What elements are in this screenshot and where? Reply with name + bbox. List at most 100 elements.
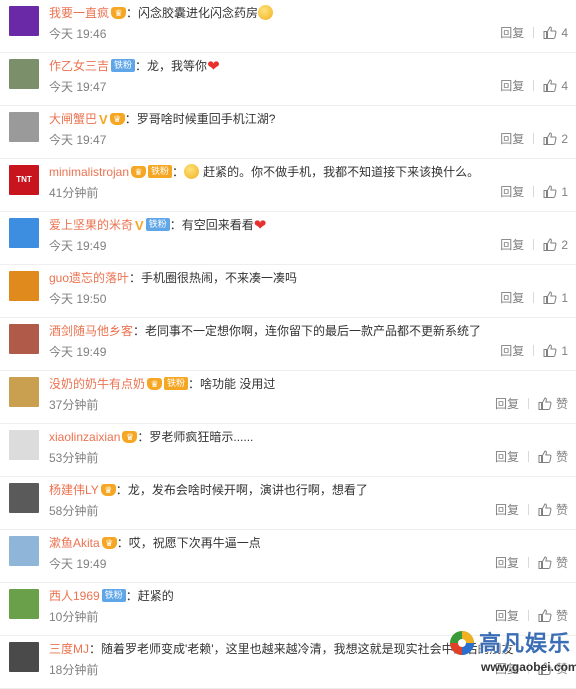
reply-button[interactable]: 回复 bbox=[500, 344, 524, 358]
avatar[interactable] bbox=[9, 430, 39, 460]
avatar[interactable] bbox=[9, 6, 39, 36]
reply-button[interactable]: 回复 bbox=[495, 609, 519, 623]
avatar[interactable] bbox=[9, 324, 39, 354]
avatar[interactable] bbox=[9, 271, 39, 301]
comment-text: 罗老师疯狂暗示...... bbox=[149, 430, 254, 444]
username-link[interactable]: 酒剑随马他乡客 bbox=[49, 324, 133, 338]
username-link[interactable]: 爱上坚果的米奇 bbox=[49, 218, 133, 232]
timestamp: 今天 19:49 bbox=[49, 557, 107, 571]
like-count: 赞 bbox=[555, 503, 568, 517]
reply-button[interactable]: 回复 bbox=[500, 132, 524, 146]
reply-button[interactable]: 回复 bbox=[500, 26, 524, 40]
action-divider bbox=[527, 610, 529, 622]
comment-row: TNT minimalistrojan ♛ 铁粉： 赶紧的。你不做手机，我都不知道接下来… bbox=[0, 159, 576, 212]
site-logo-icon bbox=[450, 631, 474, 655]
comment-row: 大闸蟹巴 V ♛ ：罗哥啥时候重回手机江湖? 今天 19:47 回复 2 bbox=[0, 106, 576, 159]
colon-separator: ： bbox=[124, 112, 137, 126]
thumbs-up-icon bbox=[543, 132, 557, 146]
avatar[interactable] bbox=[9, 483, 39, 513]
timestamp: 今天 19:47 bbox=[49, 80, 107, 94]
thumbs-up-icon bbox=[543, 26, 557, 40]
like-button[interactable]: 1 bbox=[543, 291, 568, 305]
colon-separator: ： bbox=[137, 430, 150, 444]
colon-separator: ： bbox=[129, 271, 142, 285]
like-button[interactable]: 赞 bbox=[538, 450, 568, 464]
comment-line: xiaolinzaixian ♛ ：罗老师疯狂暗示...... bbox=[49, 428, 568, 446]
avatar[interactable] bbox=[9, 112, 39, 142]
comment-line: 作乙女三吉 铁粉 ：龙，我等你❤ bbox=[49, 57, 568, 75]
reply-button[interactable]: 回复 bbox=[495, 556, 519, 570]
timestamp: 53分钟前 bbox=[49, 451, 99, 465]
avatar[interactable] bbox=[9, 589, 39, 619]
colon-separator: ： bbox=[116, 536, 129, 550]
thumbs-up-icon bbox=[538, 556, 552, 570]
like-count: 4 bbox=[561, 79, 568, 93]
comment-line: 我要一直疯 ♛ ：闪念胶囊进化闪念药房 bbox=[49, 4, 568, 22]
username-link[interactable]: minimalistrojan bbox=[49, 165, 129, 179]
like-button[interactable]: 2 bbox=[543, 132, 568, 146]
thumbs-up-icon bbox=[543, 344, 557, 358]
colon-separator: ： bbox=[172, 165, 185, 179]
comment-actions: 回复 4 bbox=[500, 25, 568, 41]
comment-row: 酒剑随马他乡客：老同事不一定想你啊，连你留下的最后一款产品都不更新系统了 今天 1… bbox=[0, 318, 576, 371]
reply-button[interactable]: 回复 bbox=[500, 185, 524, 199]
comment-actions: 回复 1 bbox=[500, 290, 568, 306]
comment-row: 我要一直疯 ♛ ：闪念胶囊进化闪念药房 今天 19:46 回复 4 bbox=[0, 0, 576, 53]
action-divider bbox=[533, 239, 535, 251]
avatar[interactable]: TNT bbox=[9, 165, 39, 195]
avatar[interactable] bbox=[9, 59, 39, 89]
username-link[interactable]: 三度MJ bbox=[49, 642, 89, 656]
member-crown-icon: ♛ bbox=[100, 483, 116, 496]
colon-separator: ： bbox=[115, 483, 128, 497]
comment-line: 大闸蟹巴 V ♛ ：罗哥啥时候重回手机江湖? bbox=[49, 110, 568, 128]
like-button[interactable]: 2 bbox=[543, 238, 568, 252]
username-link[interactable]: xiaolinzaixian bbox=[49, 430, 120, 444]
username-link[interactable]: 杨建伟LY bbox=[49, 483, 99, 497]
username-link[interactable]: 没奶的奶牛有点奶 bbox=[49, 377, 145, 391]
reply-button[interactable]: 回复 bbox=[495, 450, 519, 464]
username-link[interactable]: 漱鱼Akita bbox=[49, 536, 100, 550]
username-link[interactable]: 我要一直疯 bbox=[49, 6, 109, 20]
like-button[interactable]: 赞 bbox=[538, 397, 568, 411]
member-crown-icon: ♛ bbox=[101, 536, 117, 549]
username-link[interactable]: 西人1969 bbox=[49, 589, 100, 603]
timestamp: 今天 19:49 bbox=[49, 239, 107, 253]
like-button[interactable]: 1 bbox=[543, 344, 568, 358]
comment-row: 漱鱼Akita ♛ ：哎，祝愿下次再牛逼一点 今天 19:49 回复 赞 bbox=[0, 530, 576, 583]
colon-separator: ： bbox=[133, 324, 146, 338]
like-count: 赞 bbox=[555, 397, 568, 411]
timestamp: 今天 19:50 bbox=[49, 292, 107, 306]
like-button[interactable]: 4 bbox=[543, 79, 568, 93]
comment-line: 爱上坚果的米奇 V 铁粉 ：有空回来看看❤ bbox=[49, 216, 568, 234]
avatar[interactable] bbox=[9, 536, 39, 566]
username-link[interactable]: 作乙女三吉 bbox=[49, 59, 109, 73]
thumbs-up-icon bbox=[538, 503, 552, 517]
like-count: 2 bbox=[561, 132, 568, 146]
fan-badge: 铁粉 bbox=[164, 377, 189, 391]
like-button[interactable]: 赞 bbox=[538, 503, 568, 517]
timestamp: 今天 19:49 bbox=[49, 345, 107, 359]
username-link[interactable]: 大闸蟹巴 bbox=[49, 112, 97, 126]
comment-actions: 回复 2 bbox=[500, 237, 568, 253]
avatar[interactable] bbox=[9, 642, 39, 672]
like-button[interactable]: 赞 bbox=[538, 556, 568, 570]
reply-button[interactable]: 回复 bbox=[500, 238, 524, 252]
avatar[interactable] bbox=[9, 377, 39, 407]
comment-line: guo遗忘的落叶：手机圈很热闹，不来凑一凑吗 bbox=[49, 269, 568, 287]
like-button[interactable]: 赞 bbox=[538, 609, 568, 623]
action-divider bbox=[533, 292, 535, 304]
like-button[interactable]: 1 bbox=[543, 185, 568, 199]
avatar[interactable] bbox=[9, 218, 39, 248]
reply-button[interactable]: 回复 bbox=[500, 291, 524, 305]
username-link[interactable]: guo遗忘的落叶 bbox=[49, 271, 129, 285]
reply-button[interactable]: 回复 bbox=[500, 79, 524, 93]
fan-badge: 铁粉 bbox=[148, 165, 173, 179]
fan-badge: 铁粉 bbox=[145, 218, 170, 232]
like-button[interactable]: 4 bbox=[543, 26, 568, 40]
reply-button[interactable]: 回复 bbox=[495, 503, 519, 517]
reply-button[interactable]: 回复 bbox=[495, 397, 519, 411]
member-crown-icon: ♛ bbox=[111, 6, 127, 19]
comment-text: 手机圈很热闹，不来凑一凑吗 bbox=[141, 271, 298, 285]
comment-actions: 回复 赞 bbox=[495, 396, 568, 412]
comment-text: 啥功能 没用过 bbox=[200, 377, 276, 391]
